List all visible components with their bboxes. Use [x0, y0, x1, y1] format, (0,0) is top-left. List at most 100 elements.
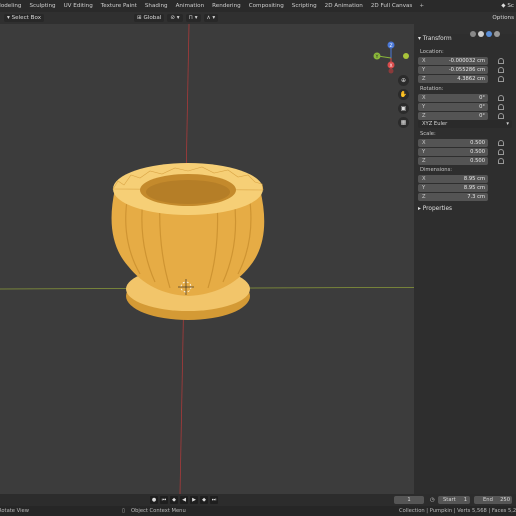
properties-header[interactable]: ▸ Properties [418, 206, 452, 212]
scale-label: Scale: [420, 131, 436, 137]
proportional-edit-icon[interactable]: ∧ ▾ [203, 14, 219, 22]
pivot-icon[interactable]: ⊘ ▾ [167, 14, 183, 22]
camera-icon[interactable]: ▣ [398, 103, 409, 114]
axis-label: Y [422, 149, 426, 155]
axis-label: Z [422, 113, 426, 119]
lock-icon[interactable] [498, 95, 504, 101]
zoom-icon[interactable]: ⊕ [398, 75, 409, 86]
rotation-mode-dropdown[interactable]: XYZ Euler ▾ [418, 120, 512, 128]
tab-animation[interactable]: Animation [172, 0, 209, 12]
record-icon[interactable]: ● [150, 496, 158, 504]
lock-icon[interactable] [498, 104, 504, 110]
rotation-x-field[interactable]: X 0° [418, 94, 488, 102]
orientation-dropdown[interactable]: ⊞ Global [134, 14, 165, 22]
orientation-label: Global [143, 15, 162, 21]
rendered-shading-icon[interactable] [494, 31, 500, 37]
next-keyframe-icon[interactable]: ◆ [200, 496, 208, 504]
axis-label: X [422, 140, 426, 146]
tab-compositing[interactable]: Compositing [245, 0, 288, 12]
select-mode-dropdown[interactable]: ▾ Select Box [4, 14, 45, 22]
scene-name: Sc [507, 3, 514, 9]
dimensions-x-field[interactable]: X 8.95 cm [418, 175, 488, 183]
timeline-bar: ● ⏮ ◆ ◀ ▶ ◆ ⏭ 1 ◷ Start 1 End 250 [0, 494, 516, 506]
tab-sculpting[interactable]: Sculpting [25, 0, 59, 12]
select-mode-label: Select Box [11, 15, 42, 21]
location-x-field[interactable]: X -0.000032 cm [418, 57, 488, 65]
start-label: Start [443, 497, 456, 503]
viewport-header: ▾ Select Box ⊞ Global ⊘ ▾ ⊓ ▾ ∧ ▾ Option… [0, 12, 516, 24]
clock-icon[interactable]: ◷ [430, 496, 435, 504]
tab-texture-paint[interactable]: Texture Paint [97, 0, 141, 12]
gizmo-x-label: X [389, 63, 392, 69]
end-frame-field[interactable]: End 250 [474, 496, 512, 504]
lock-icon[interactable] [498, 113, 504, 119]
tab-scripting[interactable]: Scripting [288, 0, 321, 12]
shading-toolbar [414, 24, 516, 37]
material-shading-icon[interactable] [486, 31, 492, 37]
axis-label: Z [422, 76, 426, 82]
perspective-grid-icon[interactable]: ▦ [398, 117, 409, 128]
axis-label: Y [422, 67, 426, 73]
lock-icon[interactable] [498, 140, 504, 146]
dimensions-z-field[interactable]: Z 7.3 cm [418, 193, 488, 201]
scene-selector[interactable]: ◆ Sc [501, 0, 514, 12]
rotation-z-field[interactable]: Z 0° [418, 112, 488, 120]
tab-2d-full-canvas[interactable]: 2D Full Canvas [367, 0, 417, 12]
rotation-label: Rotation: [420, 86, 444, 92]
axis-label: Y [422, 185, 426, 191]
chevron-down-icon: ▾ [506, 121, 509, 127]
gizmo-z-label: Z [389, 43, 392, 49]
lock-icon[interactable] [498, 58, 504, 64]
scale-z-field[interactable]: Z 0.500 [418, 157, 488, 165]
viewport-nav-buttons: ⊕ ✋ ▣ ▦ [398, 75, 409, 128]
navigation-gizmo[interactable]: Z Y X [373, 41, 410, 74]
tab-shading[interactable]: Shading [141, 0, 172, 12]
field-value: 8.95 cm [463, 185, 485, 191]
add-workspace-icon[interactable]: + [416, 3, 427, 9]
status-context-menu: Object Context Menu [131, 508, 186, 514]
dimensions-label: Dimensions: [420, 167, 453, 173]
rotation-mode-label: XYZ Euler [422, 121, 448, 127]
jump-start-icon[interactable]: ⏮ [160, 496, 168, 504]
workspace-bar: Modeling Sculpting UV Editing Texture Pa… [0, 0, 516, 12]
options-button[interactable]: Options [492, 14, 514, 22]
playback-controls: ● ⏮ ◆ ◀ ▶ ◆ ⏭ [150, 496, 218, 504]
lock-icon[interactable] [498, 158, 504, 164]
transform-title: Transform [422, 36, 452, 42]
location-y-field[interactable]: Y -0.055286 cm [418, 66, 488, 74]
solid-shading-icon[interactable] [478, 31, 484, 37]
tab-rendering[interactable]: Rendering [208, 0, 245, 12]
field-value: 0.500 [470, 149, 485, 155]
current-frame-field[interactable]: 1 [394, 496, 424, 504]
play-icon[interactable]: ▶ [190, 496, 198, 504]
end-value: 250 [500, 497, 510, 503]
field-value: 0° [479, 113, 485, 119]
field-value: 0.500 [470, 158, 485, 164]
scale-x-field[interactable]: X 0.500 [418, 139, 488, 147]
status-bar: Rotate View ▯ Object Context Menu Collec… [0, 506, 516, 516]
field-value: 0° [479, 95, 485, 101]
lock-icon[interactable] [498, 149, 504, 155]
field-value: 0° [479, 104, 485, 110]
tab-uv-editing[interactable]: UV Editing [60, 0, 97, 12]
field-value: 4.3862 cm [457, 76, 485, 82]
rotation-y-field[interactable]: Y 0° [418, 103, 488, 111]
start-value: 1 [463, 497, 467, 503]
lock-icon[interactable] [498, 76, 504, 82]
tab-2d-animation[interactable]: 2D Animation [321, 0, 367, 12]
start-frame-field[interactable]: Start 1 [438, 496, 470, 504]
wireframe-shading-icon[interactable] [470, 31, 476, 37]
snap-icon[interactable]: ⊓ ▾ [185, 14, 201, 22]
tab-modeling[interactable]: Modeling [0, 0, 25, 12]
play-reverse-icon[interactable]: ◀ [180, 496, 188, 504]
pan-hand-icon[interactable]: ✋ [398, 89, 409, 100]
dimensions-y-field[interactable]: Y 8.95 cm [418, 184, 488, 192]
location-z-field[interactable]: Z 4.3862 cm [418, 75, 488, 83]
jump-end-icon[interactable]: ⏭ [210, 496, 218, 504]
status-scene-stats: Collection | Pumpkin | Verts 5,568 | Fac… [399, 508, 516, 514]
scale-y-field[interactable]: Y 0.500 [418, 148, 488, 156]
pumpkin-model[interactable] [111, 163, 265, 320]
transform-header[interactable]: ▾ Transform [418, 36, 452, 42]
lock-icon[interactable] [498, 67, 504, 73]
prev-keyframe-icon[interactable]: ◆ [170, 496, 178, 504]
